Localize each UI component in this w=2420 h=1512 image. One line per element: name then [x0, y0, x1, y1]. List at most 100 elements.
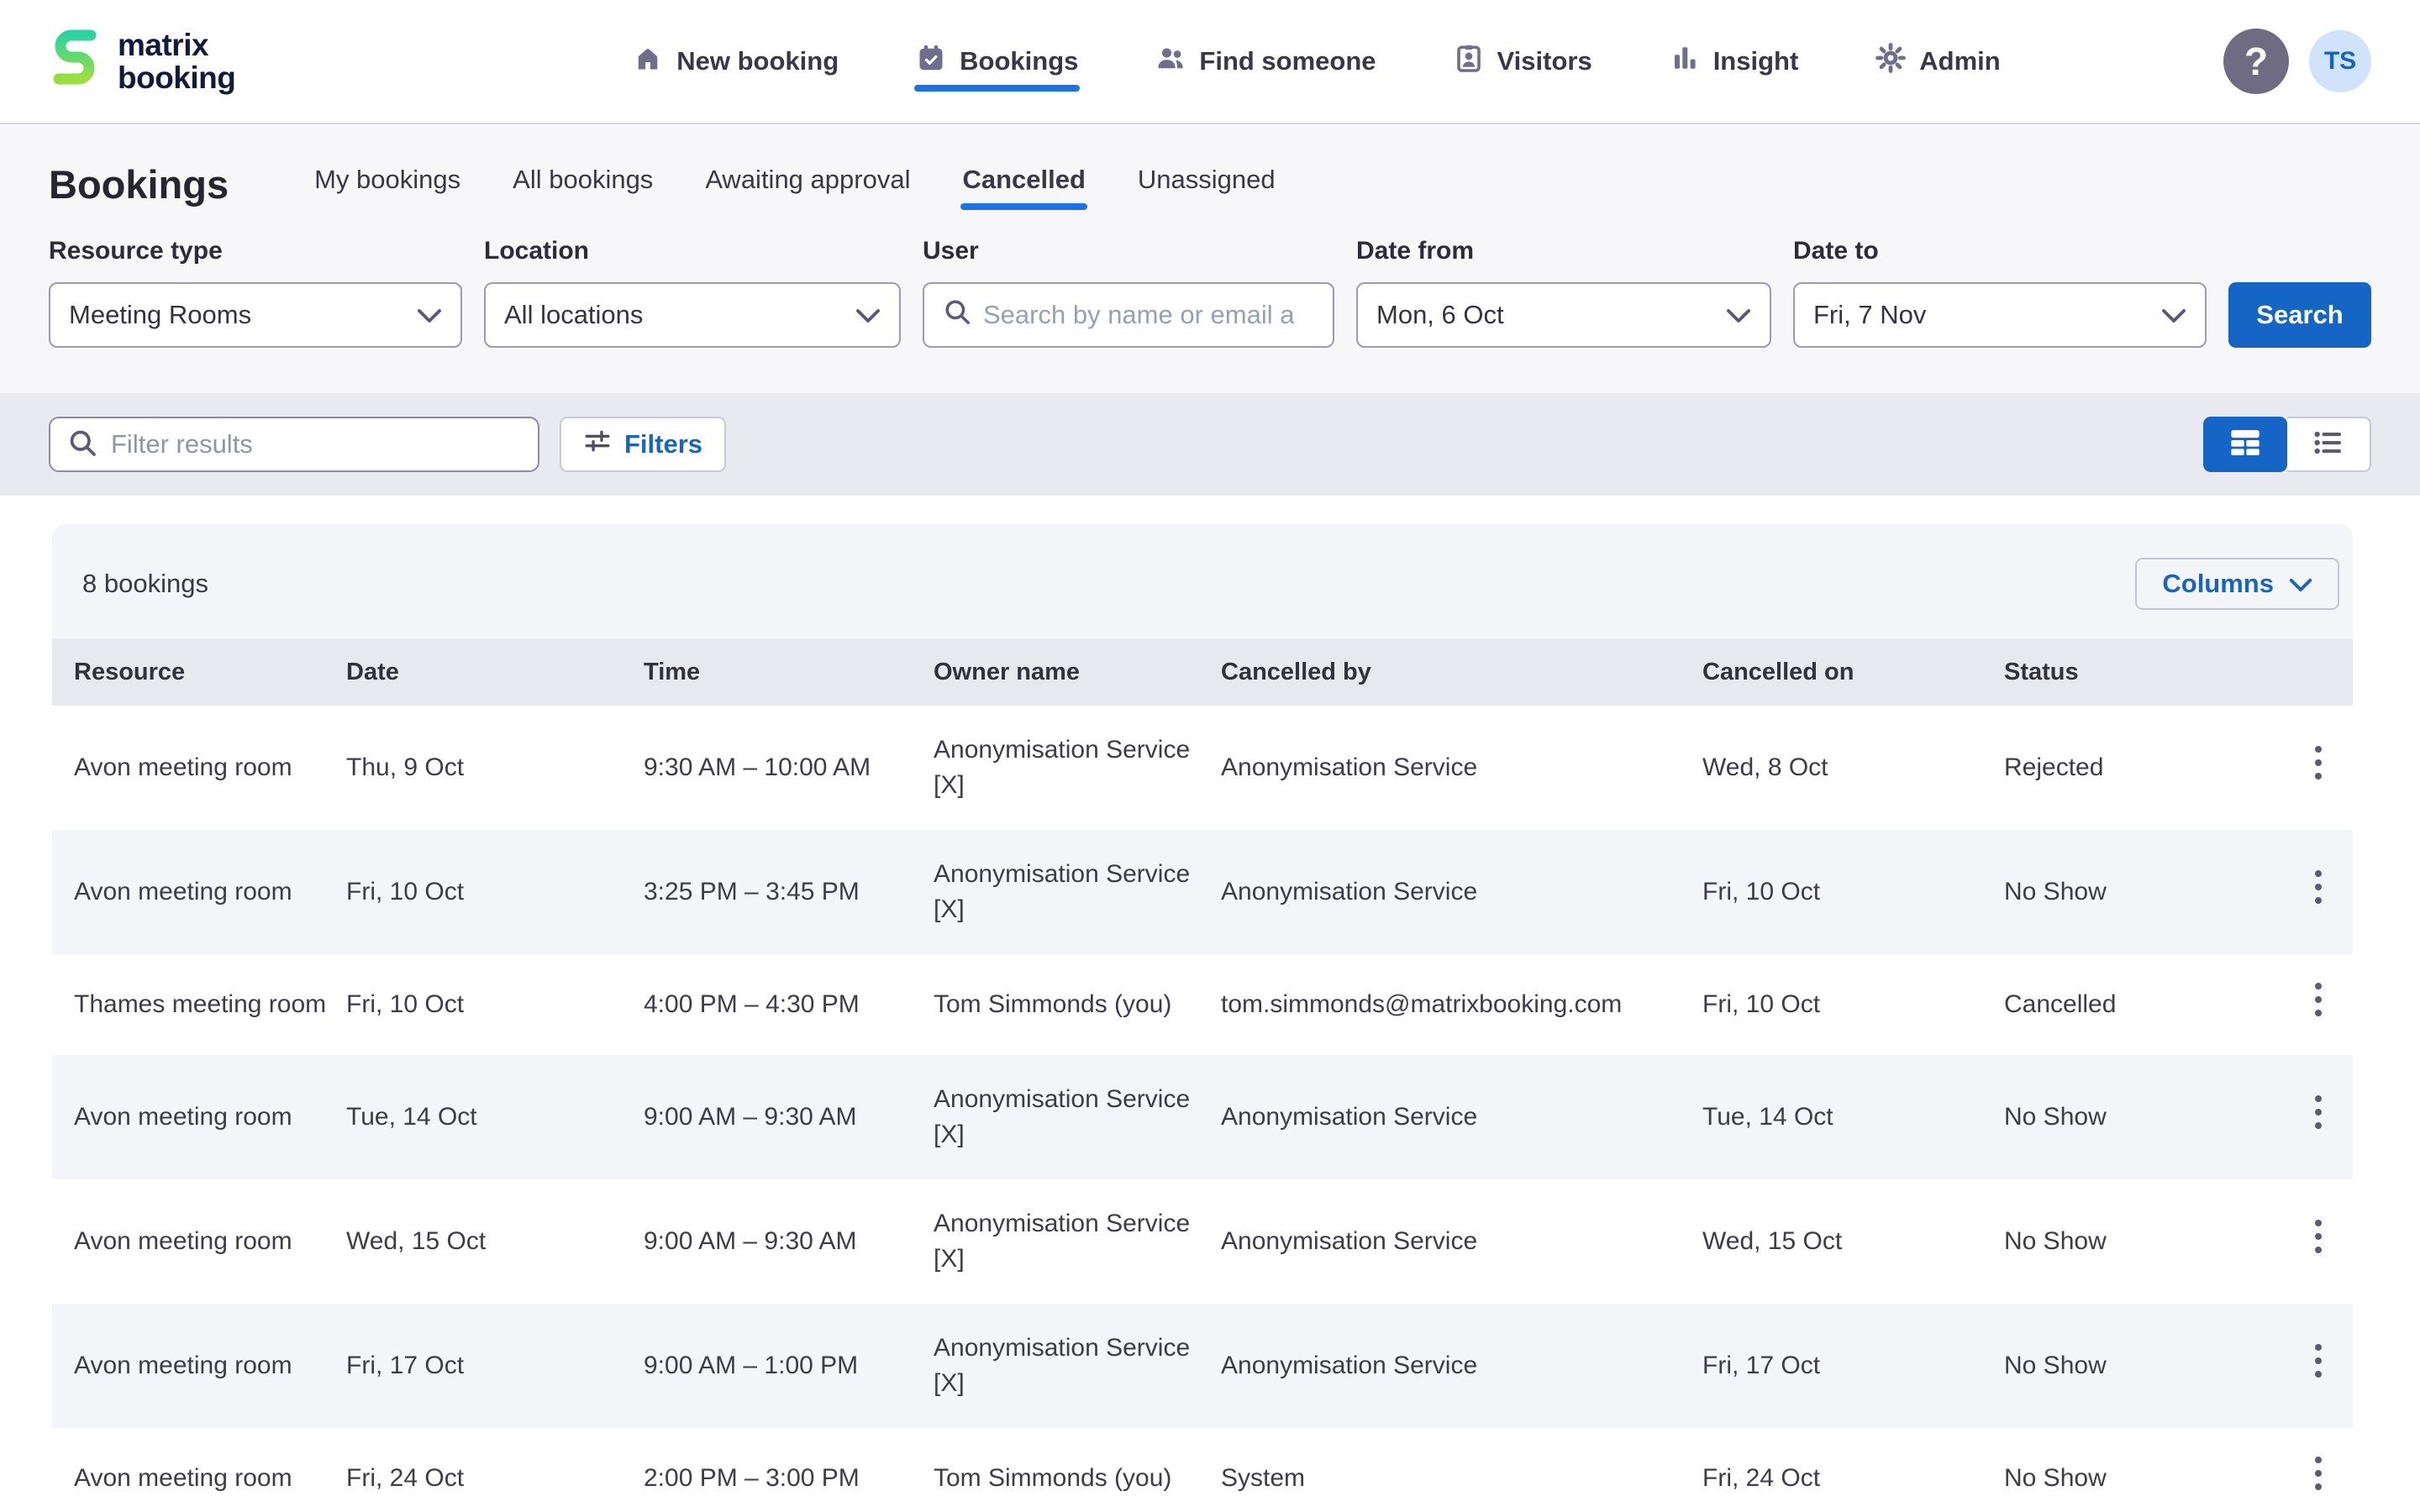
chevron-down-icon — [2161, 300, 2186, 330]
date-from-select[interactable]: Mon, 6 Oct — [1356, 282, 1771, 348]
col-header-cancelled-by: Cancelled by — [1221, 638, 1702, 706]
search-icon — [943, 297, 971, 333]
sliders-icon — [583, 427, 612, 462]
cell-time: 9:30 AM – 10:00 AM — [644, 706, 934, 830]
chevron-down-icon — [855, 300, 881, 330]
cell-date: Wed, 15 Oct — [346, 1179, 644, 1304]
nav-label: Admin — [1919, 46, 2000, 76]
brand-logo[interactable]: matrixbooking — [49, 24, 410, 100]
list-view-icon — [2311, 426, 2346, 464]
date-to-value: Fri, 7 Nov — [1813, 300, 2161, 330]
results-toolbar: Filters — [0, 393, 2420, 496]
bookings-table: Resource Date Time Owner name Cancelled … — [52, 638, 2353, 1512]
user-search-input[interactable] — [983, 300, 1314, 330]
table-row: Avon meeting room Fri, 24 Oct 2:00 PM – … — [52, 1428, 2353, 1512]
top-bar: matrixbooking New booking Bookings Find … — [0, 0, 2420, 124]
location-label: Location — [484, 237, 901, 265]
cell-status: No Show — [2004, 1428, 2248, 1512]
matrix-booking-logo-icon — [49, 24, 101, 100]
col-header-resource: Resource — [52, 638, 346, 706]
cell-status: No Show — [2004, 1304, 2248, 1428]
cell-cancelled-by: tom.simmonds@matrixbooking.com — [1221, 954, 1702, 1055]
list-view-button[interactable] — [2287, 417, 2371, 472]
cell-date: Tue, 14 Oct — [346, 1055, 644, 1179]
nav-label: New booking — [676, 46, 839, 76]
columns-button-label: Columns — [2162, 569, 2274, 599]
cell-owner-name: Tom Simmonds (you) — [934, 954, 1221, 1055]
table-row: Avon meeting room Fri, 17 Oct 9:00 AM – … — [52, 1304, 2353, 1428]
table-row: Thames meeting room Fri, 10 Oct 4:00 PM … — [52, 954, 2353, 1055]
cell-status: No Show — [2004, 1179, 2248, 1304]
table-view-button[interactable] — [2203, 417, 2287, 472]
cell-owner-name: Anonymisation Service [X] — [934, 1304, 1221, 1428]
date-to-label: Date to — [1793, 237, 2207, 265]
main-nav: New booking Bookings Find someone Visito… — [410, 0, 2223, 123]
tab-awaiting-approval[interactable]: Awaiting approval — [703, 156, 912, 212]
cell-resource: Avon meeting room — [52, 830, 346, 954]
col-header-actions — [2248, 638, 2353, 706]
user-field: User — [923, 237, 1334, 348]
cell-date: Fri, 10 Oct — [346, 830, 644, 954]
cell-date: Thu, 9 Oct — [346, 706, 644, 830]
search-button[interactable]: Search — [2228, 282, 2371, 348]
avatar[interactable]: TS — [2309, 30, 2371, 92]
location-value: All locations — [504, 300, 855, 330]
cell-cancelled-by: Anonymisation Service — [1221, 1055, 1702, 1179]
resource-type-select[interactable]: Meeting Rooms — [49, 282, 462, 348]
table-row: Avon meeting room Fri, 10 Oct 3:25 PM – … — [52, 830, 2353, 954]
row-menu-button[interactable] — [2312, 981, 2324, 1018]
row-menu-button[interactable] — [2312, 1094, 2324, 1131]
row-menu-button[interactable] — [2312, 1342, 2324, 1379]
resource-type-label: Resource type — [49, 237, 462, 265]
col-header-time: Time — [644, 638, 934, 706]
resource-type-field: Resource type Meeting Rooms — [49, 237, 462, 348]
nav-label: Bookings — [960, 46, 1078, 76]
gear-icon — [1876, 43, 1906, 80]
row-menu-button[interactable] — [2312, 744, 2324, 781]
nav-item-admin[interactable]: Admin — [1876, 0, 2000, 123]
cell-cancelled-on: Fri, 10 Oct — [1702, 954, 2004, 1055]
row-menu-button[interactable] — [2312, 1218, 2324, 1255]
nav-label: Visitors — [1497, 46, 1592, 76]
filter-results-input[interactable] — [111, 429, 521, 459]
cell-date: Fri, 10 Oct — [346, 954, 644, 1055]
filters-button[interactable]: Filters — [560, 417, 726, 472]
cell-cancelled-by: Anonymisation Service — [1221, 706, 1702, 830]
cell-resource: Avon meeting room — [52, 1428, 346, 1512]
cell-resource: Avon meeting room — [52, 1179, 346, 1304]
nav-item-visitors[interactable]: Visitors — [1454, 0, 1592, 123]
tab-unassigned[interactable]: Unassigned — [1136, 156, 1277, 212]
cell-date: Fri, 17 Oct — [346, 1304, 644, 1428]
date-from-field: Date from Mon, 6 Oct — [1356, 237, 1771, 348]
home-icon — [633, 43, 663, 80]
row-menu-button[interactable] — [2312, 869, 2324, 906]
view-toggle — [2203, 417, 2371, 472]
tab-cancelled[interactable]: Cancelled — [960, 156, 1086, 212]
nav-label: Find someone — [1199, 46, 1376, 76]
date-to-select[interactable]: Fri, 7 Nov — [1793, 282, 2207, 348]
location-select[interactable]: All locations — [484, 282, 901, 348]
row-menu-button[interactable] — [2312, 1455, 2324, 1492]
cell-status: No Show — [2004, 1055, 2248, 1179]
tab-all-bookings[interactable]: All bookings — [511, 156, 655, 212]
bookings-header-section: Bookings My bookings All bookings Awaiti… — [0, 124, 2420, 393]
table-row: Avon meeting room Tue, 14 Oct 9:00 AM – … — [52, 1055, 2353, 1179]
cell-cancelled-on: Wed, 15 Oct — [1702, 1179, 2004, 1304]
table-header-row: Resource Date Time Owner name Cancelled … — [52, 638, 2353, 706]
bookings-tabs: My bookings All bookings Awaiting approv… — [313, 156, 1277, 212]
calendar-check-icon — [916, 43, 946, 80]
chevron-down-icon — [1726, 300, 1751, 330]
help-button[interactable]: ? — [2223, 29, 2289, 94]
cell-resource: Avon meeting room — [52, 1055, 346, 1179]
nav-item-find-someone[interactable]: Find someone — [1155, 0, 1376, 123]
nav-item-bookings[interactable]: Bookings — [916, 0, 1078, 123]
cell-cancelled-on: Wed, 8 Oct — [1702, 706, 2004, 830]
cell-time: 2:00 PM – 3:00 PM — [644, 1428, 934, 1512]
nav-item-insight[interactable]: Insight — [1670, 0, 1799, 123]
date-from-label: Date from — [1356, 237, 1771, 265]
nav-item-new-booking[interactable]: New booking — [633, 0, 839, 123]
columns-button[interactable]: Columns — [2135, 558, 2339, 610]
cell-resource: Thames meeting room — [52, 954, 346, 1055]
cell-cancelled-on: Fri, 10 Oct — [1702, 830, 2004, 954]
tab-my-bookings[interactable]: My bookings — [313, 156, 462, 212]
